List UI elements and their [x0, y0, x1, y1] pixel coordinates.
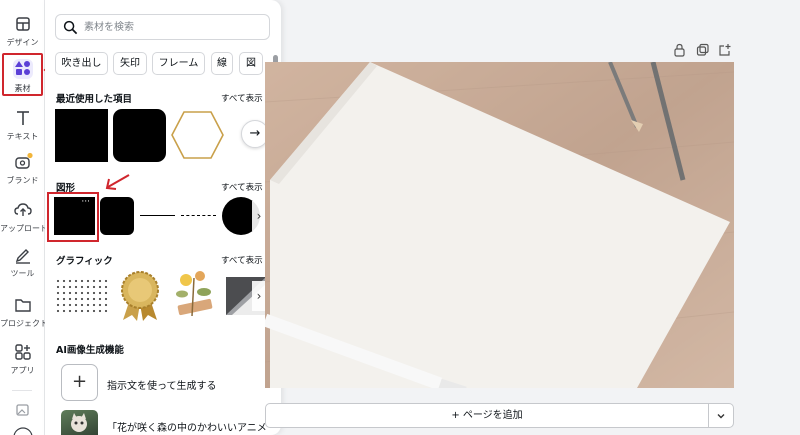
- text-icon: [16, 111, 29, 125]
- left-rail: デザイン 素材 テキスト ブランド アップロード ツール プロジェクト アプリ: [0, 0, 48, 435]
- chip-frame[interactable]: フレーム: [152, 52, 205, 75]
- avatar: [13, 427, 32, 435]
- elements-panel: 吹き出し 矢印 フレーム 線 図 最近使用した項目 すべて表示 → 図形 すべて…: [45, 0, 281, 435]
- elements-icon: [14, 61, 30, 75]
- rail-label: 素材: [14, 84, 31, 93]
- section-title-ai: AI画像生成機能: [56, 345, 124, 356]
- rail-label: アップロード: [0, 224, 48, 233]
- chip-line[interactable]: 線: [211, 52, 233, 75]
- recent-item-hexagon[interactable]: [170, 110, 225, 160]
- see-all-recent-link[interactable]: すべて表示: [221, 92, 263, 104]
- rail-item-elements[interactable]: 素材: [0, 58, 45, 94]
- add-page-icon[interactable]: [718, 43, 731, 57]
- chevron-down-icon: [717, 414, 725, 419]
- annotation-arrow-shapes: [105, 174, 130, 190]
- rail-item-upload[interactable]: アップロード: [0, 200, 48, 234]
- ai-prompt-label[interactable]: 指示文を使って生成する: [107, 377, 217, 392]
- draw-icon: [15, 249, 30, 264]
- ai-example-label[interactable]: 「花が咲く森の中のかわいいアニメ: [107, 419, 267, 434]
- design-canvas[interactable]: [265, 62, 734, 388]
- rail-label: ツール: [10, 269, 35, 278]
- rail-item-magic[interactable]: [0, 400, 45, 420]
- section-title-graphics: グラフィック: [56, 256, 113, 267]
- graphic-flower-tape[interactable]: [170, 268, 220, 323]
- graphics-scroll-next-icon[interactable]: ›: [252, 281, 266, 311]
- rail-item-tools[interactable]: ツール: [0, 245, 45, 279]
- ai-generate-plus-button[interactable]: +: [61, 364, 98, 401]
- add-page-dropdown-button[interactable]: [708, 403, 734, 428]
- folder-icon: [14, 299, 31, 312]
- graphic-dot-pattern[interactable]: [55, 278, 109, 314]
- search-box[interactable]: [55, 14, 270, 40]
- rail-item-text[interactable]: テキスト: [0, 108, 45, 142]
- recent-item-rounded-square[interactable]: [113, 109, 166, 162]
- rail-item-brand[interactable]: ブランド: [0, 152, 45, 186]
- graphic-gold-medal[interactable]: [115, 270, 165, 322]
- shapes-scroll-next-icon[interactable]: ›: [252, 201, 266, 231]
- search-icon: [63, 20, 78, 35]
- search-input[interactable]: [84, 19, 264, 36]
- canvas-dim-overlay: [265, 62, 734, 388]
- ai-example-thumbnail[interactable]: [61, 410, 98, 435]
- rail-label: ブランド: [6, 176, 39, 185]
- shape-highlight-box: [47, 192, 99, 242]
- shape-line-solid[interactable]: [140, 215, 175, 216]
- layout-icon: [15, 17, 30, 31]
- lock-icon[interactable]: [673, 43, 686, 57]
- rail-item-avatar[interactable]: [0, 425, 45, 435]
- rail-item-projects[interactable]: プロジェクト: [0, 295, 48, 329]
- rail-divider: [12, 390, 32, 391]
- rail-label: プロジェクト: [0, 319, 48, 328]
- image-sparkle-icon: [15, 404, 29, 416]
- chip-speech-bubble[interactable]: 吹き出し: [55, 52, 108, 75]
- apps-icon: [14, 344, 31, 360]
- shape-rounded-square[interactable]: [100, 197, 134, 235]
- brand-icon: [14, 152, 33, 169]
- rail-item-design[interactable]: デザイン: [0, 14, 45, 48]
- rail-item-apps[interactable]: アプリ: [0, 342, 45, 376]
- chip-arrow[interactable]: 矢印: [113, 52, 147, 75]
- see-all-shapes-link[interactable]: すべて表示: [221, 181, 263, 193]
- upload-icon: [13, 203, 32, 216]
- section-title-recent: 最近使用した項目: [56, 94, 133, 105]
- duplicate-icon[interactable]: [696, 43, 709, 57]
- rail-label: アプリ: [10, 366, 35, 375]
- shape-line-dashed[interactable]: [181, 215, 216, 216]
- see-all-graphics-link[interactable]: すべて表示: [221, 254, 263, 266]
- add-page-button[interactable]: + ページを追加: [265, 403, 709, 428]
- chip-more[interactable]: 図: [239, 52, 263, 75]
- recent-item-square[interactable]: [55, 109, 108, 162]
- rail-label: テキスト: [6, 132, 39, 141]
- rail-label: デザイン: [6, 38, 39, 47]
